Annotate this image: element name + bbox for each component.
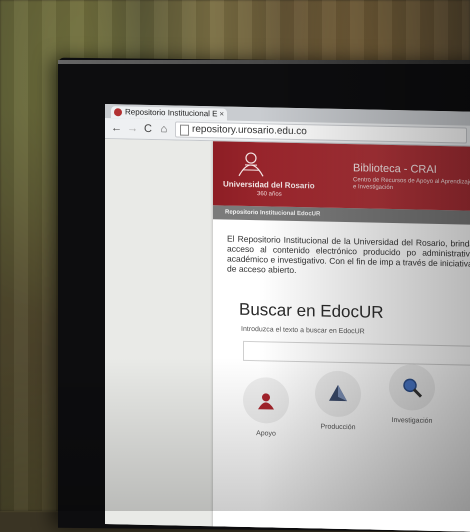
tab-title: Repositorio Institucional E bbox=[125, 107, 218, 119]
card-apoyo[interactable]: Apoyo bbox=[241, 376, 291, 439]
seal-icon bbox=[258, 393, 274, 410]
monitor-top-edge bbox=[58, 60, 470, 64]
intro-paragraph: El Repositorio Institucional de la Unive… bbox=[227, 233, 470, 276]
home-icon[interactable]: ⌂ bbox=[159, 123, 169, 135]
card-label: Apoyo bbox=[256, 430, 276, 438]
crai-subtitle: Centro de Recursos de Apoyo al Aprendiza… bbox=[353, 177, 470, 192]
page-content: Universidad del Rosario 360 años Bibliot… bbox=[213, 141, 470, 532]
card-circle bbox=[243, 376, 289, 424]
magnifier-icon bbox=[403, 378, 423, 398]
search-hint: Introduzca el texto a buscar en EdocUR bbox=[241, 325, 365, 336]
crai-title: Biblioteca - CRAI bbox=[353, 162, 437, 176]
address-bar[interactable]: repository.urosario.edu.co bbox=[175, 121, 467, 144]
header-banner: Universidad del Rosario 360 años Bibliot… bbox=[213, 141, 470, 211]
card-produccion[interactable]: Producción bbox=[313, 370, 363, 432]
browser-tab[interactable]: Repositorio Institucional E × bbox=[111, 106, 227, 121]
page-icon bbox=[180, 124, 189, 136]
university-anniversary: 360 años bbox=[257, 191, 282, 198]
university-seal-icon bbox=[238, 152, 264, 177]
university-name: Universidad del Rosario bbox=[223, 179, 315, 191]
browser-window: Repositorio Institucional E × ← → C ⌂ re… bbox=[105, 104, 470, 532]
back-arrow-icon[interactable]: ← bbox=[111, 122, 122, 134]
page-viewport: Universidad del Rosario 360 años Bibliot… bbox=[105, 139, 470, 532]
forward-arrow-icon[interactable]: → bbox=[127, 122, 138, 134]
card-label: Investigación bbox=[391, 417, 433, 425]
card-circle bbox=[315, 370, 361, 418]
prism-icon bbox=[329, 384, 347, 402]
card-circle bbox=[389, 363, 435, 411]
favicon-icon bbox=[114, 108, 122, 117]
category-cards: Apoyo Producción Investigación bbox=[213, 360, 470, 466]
reload-icon[interactable]: C bbox=[143, 123, 153, 135]
url-text: repository.urosario.edu.co bbox=[192, 123, 307, 138]
card-label: Producción bbox=[320, 423, 356, 432]
tab-close-icon[interactable]: × bbox=[219, 108, 224, 120]
search-heading: Buscar en EdocUR bbox=[239, 299, 384, 322]
card-investigacion[interactable]: Investigación bbox=[387, 363, 437, 426]
